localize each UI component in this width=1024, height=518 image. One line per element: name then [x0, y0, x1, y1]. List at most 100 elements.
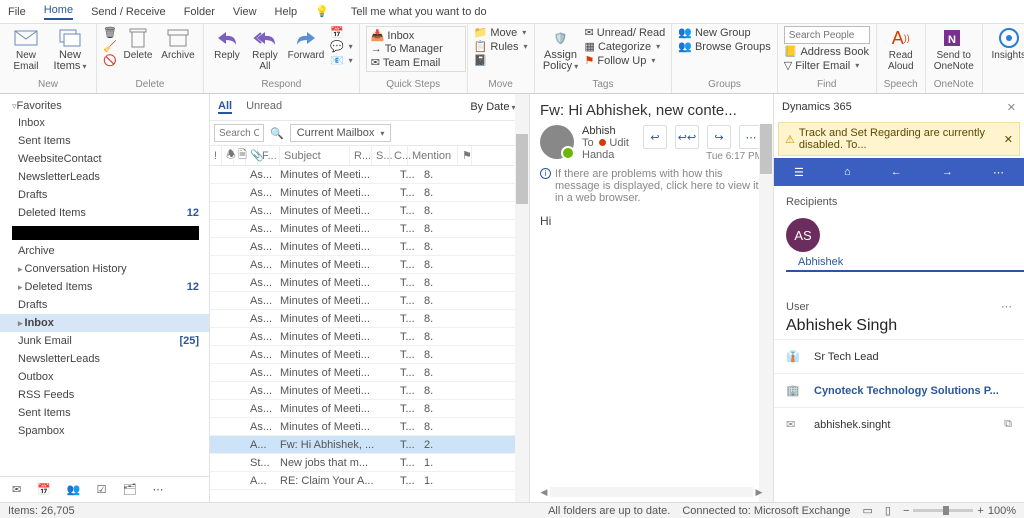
- ignore-button[interactable]: 🗑: [103, 26, 117, 39]
- quickstep-to-manager[interactable]: →To Manager: [371, 43, 461, 55]
- tasks-view-icon[interactable]: ☑: [97, 483, 107, 496]
- more-views-icon[interactable]: ⋯: [152, 483, 163, 496]
- message-row[interactable]: As...Minutes of Meeti...T...8.: [210, 364, 529, 382]
- menu-help[interactable]: Help: [275, 6, 298, 18]
- d365-more-icon[interactable]: ⋯: [993, 166, 1004, 179]
- d365-home-icon[interactable]: ⌂: [844, 166, 851, 178]
- message-row[interactable]: As...Minutes of Meeti...T...8.: [210, 400, 529, 418]
- nav-tree-item[interactable]: RSS Feeds: [0, 386, 209, 404]
- tab-all[interactable]: All: [218, 100, 232, 114]
- warning-close-icon[interactable]: ✕: [1004, 133, 1013, 146]
- new-items-button[interactable]: New Items▾: [50, 26, 90, 76]
- nav-tree-item[interactable]: NewsletterLeads: [0, 350, 209, 368]
- reader-scrollbar[interactable]: [759, 124, 773, 502]
- more-respond-button[interactable]: 📧▾: [330, 54, 353, 67]
- address-book-button[interactable]: 📒Address Book: [784, 45, 870, 58]
- info-bar[interactable]: iIf there are problems with how this mes…: [540, 168, 763, 204]
- people-view-icon[interactable]: 👥: [67, 483, 81, 496]
- mailbox-scope[interactable]: Current Mailbox▾: [290, 124, 392, 142]
- mail-view-icon[interactable]: ✉: [12, 483, 21, 496]
- menu-folder[interactable]: Folder: [184, 6, 215, 18]
- message-row[interactable]: As...Minutes of Meeti...T...8.: [210, 184, 529, 202]
- send-onenote-button[interactable]: NSend to OneNote: [932, 26, 976, 76]
- nav-fav-item[interactable]: Inbox: [0, 114, 209, 132]
- reply-button[interactable]: Reply: [210, 26, 244, 76]
- d365-warning[interactable]: ⚠Track and Set Regarding are currently d…: [778, 122, 1020, 156]
- nav-tree-item[interactable]: Archive: [0, 242, 209, 260]
- col-received[interactable]: R...: [350, 146, 372, 165]
- search-icon[interactable]: 🔍: [270, 127, 284, 140]
- nav-fav-item[interactable]: Drafts: [0, 186, 209, 204]
- calendar-view-icon[interactable]: 📅: [37, 483, 51, 496]
- account-header[interactable]: [12, 226, 199, 240]
- nav-tree-item[interactable]: Spambox: [0, 422, 209, 440]
- nav-tree-item[interactable]: Sent Items: [0, 404, 209, 422]
- nav-fav-item[interactable]: Deleted Items12: [0, 204, 209, 222]
- new-group-button[interactable]: 👥New Group: [678, 26, 771, 39]
- search-people-input[interactable]: [784, 26, 870, 44]
- onenote-small-button[interactable]: 📓: [474, 54, 528, 67]
- message-row[interactable]: As...Minutes of Meeti...T...8.: [210, 310, 529, 328]
- message-row[interactable]: As...Minutes of Meeti...T...8.: [210, 328, 529, 346]
- d365-email-row[interactable]: ✉abhishek.singht⧉: [774, 407, 1024, 441]
- cleanup-button[interactable]: 🧹: [103, 40, 117, 53]
- nav-tree-item[interactable]: ▸Conversation History: [0, 260, 209, 278]
- meeting-button[interactable]: 📅: [330, 26, 353, 39]
- archive-button[interactable]: Archive: [159, 26, 197, 76]
- tab-unread[interactable]: Unread: [246, 100, 282, 114]
- col-flag[interactable]: ⚑: [458, 146, 472, 165]
- browse-groups-button[interactable]: 👥Browse Groups: [678, 40, 771, 53]
- nav-tree-item[interactable]: Junk Email[25]: [0, 332, 209, 350]
- reader-hscrollbar[interactable]: ◀▶: [538, 486, 765, 498]
- message-row[interactable]: As...Minutes of Meeti...T...8.: [210, 274, 529, 292]
- assign-policy-button[interactable]: 🛡️Assign Policy▾: [541, 26, 581, 76]
- sort-by-date[interactable]: By Date▾↓: [470, 101, 521, 113]
- view-normal-icon[interactable]: ▭: [863, 504, 873, 517]
- col-subject[interactable]: Subject: [280, 146, 350, 165]
- message-row[interactable]: As...Minutes of Meeti...T...8.: [210, 220, 529, 238]
- message-row[interactable]: As...Minutes of Meeti...T...8.: [210, 292, 529, 310]
- message-row[interactable]: As...Minutes of Meeti...T...8.: [210, 238, 529, 256]
- quickstep-team-email[interactable]: ✉Team Email: [371, 56, 461, 69]
- menu-file[interactable]: File: [8, 6, 26, 18]
- col-attachment[interactable]: 📎: [246, 146, 258, 165]
- categorize-button[interactable]: ▦Categorize▾: [585, 40, 666, 53]
- col-size[interactable]: S...: [372, 146, 390, 165]
- favorites-header[interactable]: ▿Favorites: [0, 94, 209, 114]
- nav-fav-item[interactable]: NewsletterLeads: [0, 168, 209, 186]
- reply-all-button[interactable]: Reply All: [248, 26, 282, 76]
- search-input[interactable]: [214, 124, 264, 142]
- nav-tree-item[interactable]: ▸Inbox: [0, 314, 209, 332]
- tell-me-input[interactable]: Tell me what you want to do: [351, 6, 487, 18]
- menu-view[interactable]: View: [233, 6, 257, 18]
- d365-forward-icon[interactable]: →: [942, 166, 953, 178]
- recipient-link[interactable]: Abhishek: [786, 254, 1024, 272]
- message-row[interactable]: As...Minutes of Meeti...T...8.: [210, 166, 529, 184]
- nav-tree-item[interactable]: Outbox: [0, 368, 209, 386]
- col-icon[interactable]: 🗎: [234, 146, 246, 165]
- list-scrollbar[interactable]: [515, 94, 529, 502]
- menu-send-receive[interactable]: Send / Receive: [91, 6, 166, 18]
- delete-button[interactable]: Delete: [121, 26, 155, 76]
- d365-menu-icon[interactable]: ☰: [794, 166, 804, 179]
- message-row[interactable]: As...Minutes of Meeti...T...8.: [210, 202, 529, 220]
- unread-read-button[interactable]: ✉Unread/ Read: [585, 26, 666, 39]
- move-button[interactable]: 📁Move▾: [474, 26, 528, 39]
- im-button[interactable]: 💬▾: [330, 40, 353, 53]
- copy-email-icon[interactable]: ⧉: [1004, 418, 1012, 431]
- new-email-button[interactable]: New Email: [6, 26, 46, 76]
- nav-tree-item[interactable]: Drafts: [0, 296, 209, 314]
- nav-fav-item[interactable]: Sent Items: [0, 132, 209, 150]
- view-reading-icon[interactable]: ▯: [885, 504, 891, 517]
- reply-all-action-button[interactable]: ↩↩: [675, 125, 699, 149]
- col-importance[interactable]: !: [210, 146, 222, 165]
- forward-action-button[interactable]: ↪: [707, 125, 731, 149]
- nav-tree-item[interactable]: ▸Deleted Items12: [0, 278, 209, 296]
- col-mention[interactable]: Mention: [408, 146, 458, 165]
- message-row[interactable]: A...Fw: Hi Abhishek, ...T...2.: [210, 436, 529, 454]
- nav-fav-item[interactable]: WeebsiteContact: [0, 150, 209, 168]
- col-reminder[interactable]: 🕭: [222, 146, 234, 165]
- quickstep-inbox[interactable]: 📥Inbox: [371, 29, 461, 42]
- message-row[interactable]: St...New jobs that m...T...1.: [210, 454, 529, 472]
- col-categories[interactable]: C...: [390, 146, 408, 165]
